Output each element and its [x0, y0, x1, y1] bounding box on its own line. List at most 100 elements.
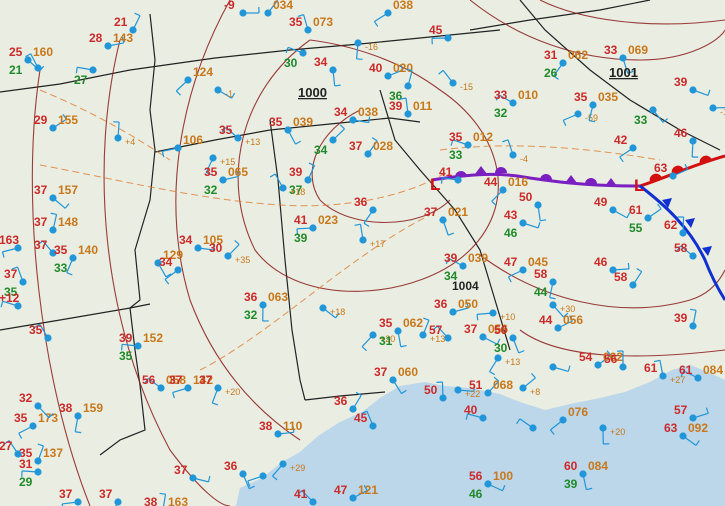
station-temperature: 62	[664, 218, 678, 232]
station-temperature: 41	[294, 487, 308, 501]
station-dewpoint: 32	[204, 183, 218, 197]
station-pressure-tendency: +13	[245, 137, 260, 147]
station-temperature: 47	[504, 255, 518, 269]
station-pressure-tendency: -1	[720, 107, 725, 117]
station-pressure: 021	[448, 205, 468, 219]
station-temperature: 58	[674, 241, 688, 255]
station-pressure: 016	[508, 175, 528, 189]
station-pressure: 110	[283, 419, 303, 433]
station-pressure: 056	[563, 313, 583, 327]
station-temperature: 35	[379, 316, 393, 330]
station-temperature: 34	[159, 255, 173, 269]
station-dewpoint: 46	[469, 487, 483, 501]
station-temperature: 41	[439, 165, 453, 179]
station-pressure: 050	[458, 297, 478, 311]
station-temperature: 56	[469, 469, 483, 483]
station-temperature: 44	[484, 175, 498, 189]
station-temperature: 163	[0, 233, 19, 247]
station-pressure: 012	[473, 130, 493, 144]
station-temperature: 35	[219, 123, 233, 137]
station-dewpoint: 33	[449, 148, 463, 162]
station-pressure: 038	[358, 105, 378, 119]
station-temperature: 40	[369, 61, 383, 75]
station-dewpoint: 33	[54, 261, 68, 275]
station-dewpoint: 31	[379, 334, 393, 348]
wind-barb	[441, 381, 444, 399]
station-pressure: 023	[318, 213, 338, 227]
station-temperature: 54	[579, 350, 593, 364]
station-pressure: 163	[168, 495, 188, 506]
station-temperature: 36	[244, 290, 258, 304]
station-pressure-tendency: +4	[125, 137, 135, 147]
wind-barb-flag	[476, 314, 479, 321]
station-pressure: 060	[398, 365, 418, 379]
isobar-label-1004: 1004	[452, 279, 479, 293]
station-temperature: 51	[469, 378, 483, 392]
station-pressure: 076	[568, 405, 588, 419]
station-temperature: 57	[674, 403, 688, 417]
station-dewpoint: 29	[19, 475, 33, 489]
station-pressure: 068	[493, 378, 513, 392]
station-temperature: 41	[294, 213, 308, 227]
station-temperature: 37	[174, 463, 188, 477]
station-dewpoint: 34	[314, 143, 328, 157]
station-temperature: 38	[259, 419, 273, 433]
station-temperature: 61	[629, 203, 643, 217]
station-pressure-tendency: -16	[365, 42, 378, 52]
station-temperature: 50	[519, 190, 533, 204]
station-dewpoint: 39	[294, 231, 308, 245]
station-temperature: 34	[334, 105, 348, 119]
station-dewpoint: 30	[494, 341, 508, 355]
station-temperature: 44	[539, 313, 553, 327]
station-temperature: 37	[374, 365, 388, 379]
station-temperature: 43	[504, 208, 518, 222]
station-pressure: 124	[193, 65, 213, 79]
station-temperature: 58	[534, 267, 548, 281]
station-temperature: 36	[354, 195, 368, 209]
station-pressure-tendency: -1	[225, 89, 233, 99]
station-dewpoint: 26	[544, 66, 558, 80]
station-pressure-tendency: +18	[290, 187, 305, 197]
station-temperature: 37	[34, 183, 48, 197]
station-temperature: 46	[594, 255, 608, 269]
station-pressure-tendency: +17	[370, 239, 385, 249]
station-temperature: 30	[209, 241, 223, 255]
station-temperature: 27	[0, 439, 13, 453]
station-pressure: 173	[38, 411, 58, 425]
station-temperature: 39	[444, 251, 458, 265]
station-temperature: 37	[34, 238, 48, 252]
station-dewpoint: 32	[244, 308, 258, 322]
station-temperature: 36	[224, 459, 238, 473]
station-pressure: 155	[58, 113, 78, 127]
station-temperature: 37	[4, 267, 18, 281]
station-pressure: 100	[493, 469, 513, 483]
station-temperature: 35	[29, 323, 43, 337]
station-temperature: 35	[54, 243, 68, 257]
station-temperature: 34	[314, 55, 328, 69]
station-temperature: 33	[604, 43, 618, 57]
station-pressure-tendency: +13	[505, 357, 520, 367]
station-temperature: 61	[679, 363, 693, 377]
station-pressure: 011	[413, 99, 433, 113]
station-pressure-tendency: -15	[460, 82, 473, 92]
station-pressure: 062	[568, 48, 588, 62]
station-pressure: 038	[393, 0, 413, 12]
station-temperature: 63	[664, 421, 678, 435]
station-temperature: 39	[119, 331, 133, 345]
station-temperature: 57	[429, 323, 443, 337]
station-temperature: 37	[169, 373, 183, 387]
station-pressure: 010	[518, 88, 538, 102]
wind-barb	[296, 227, 314, 230]
station-temperature: 31	[19, 457, 33, 471]
station-pressure: 160	[33, 45, 53, 59]
station-dewpoint: 35	[119, 349, 133, 363]
station-pressure: 084	[588, 459, 608, 473]
station-pressure: 034	[273, 0, 293, 12]
station-temperature: 35	[449, 130, 463, 144]
station-temperature: 37	[464, 322, 478, 336]
wind-barb-flag	[627, 262, 630, 269]
station-pressure: 065	[228, 165, 248, 179]
station-temperature: 37	[199, 373, 213, 387]
isobar-label-1000: 1000	[298, 85, 327, 100]
station-pressure: 157	[58, 183, 78, 197]
